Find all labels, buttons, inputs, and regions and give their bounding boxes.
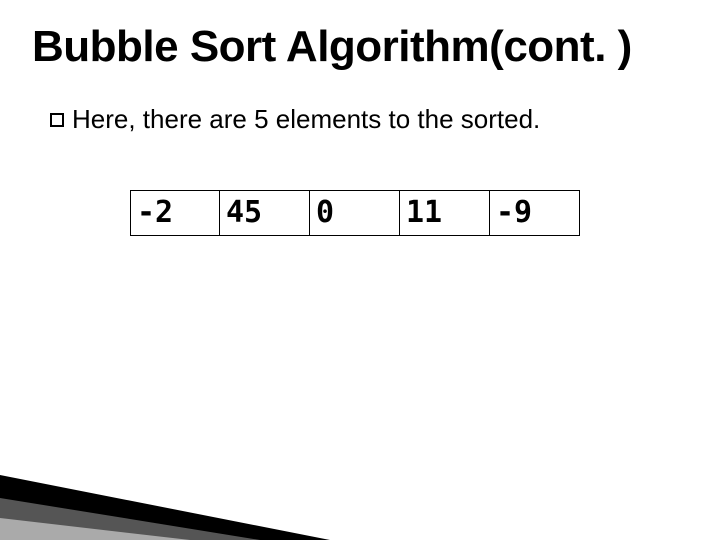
array-cell: -2: [130, 190, 220, 236]
body-rest: there are 5 elements to the sorted.: [136, 104, 541, 134]
array-cell: 11: [400, 190, 490, 236]
corner-decoration-icon: [0, 420, 330, 540]
slide-title: Bubble Sort Algorithm(cont. ): [32, 22, 632, 72]
body-bold: Here,: [72, 104, 136, 134]
array-cell: -9: [490, 190, 580, 236]
array-cell: 0: [310, 190, 400, 236]
array-row: -2 45 0 11 -9: [130, 190, 580, 236]
body-text: Here, there are 5 elements to the sorted…: [50, 104, 540, 135]
square-bullet-icon: [50, 113, 64, 127]
array-cell: 45: [220, 190, 310, 236]
